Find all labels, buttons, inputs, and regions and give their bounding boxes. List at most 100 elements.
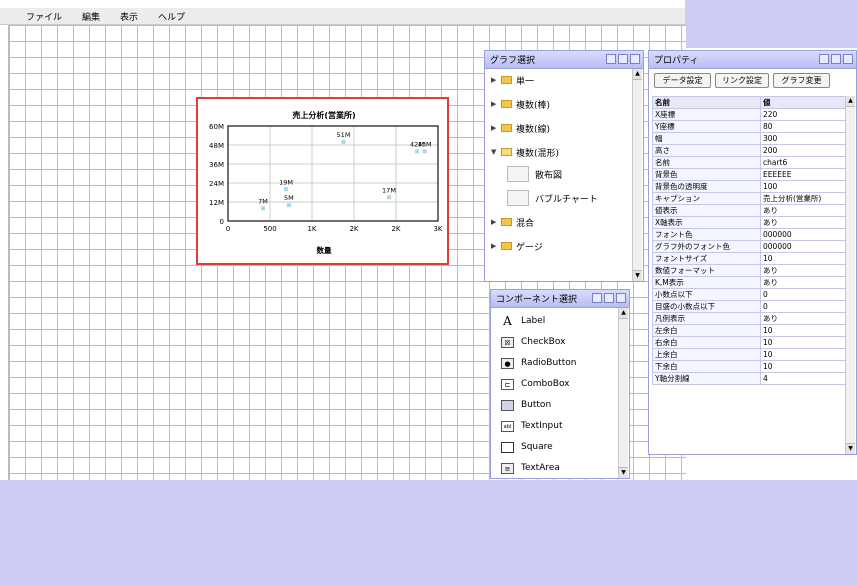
scroll-down-icon[interactable]: ▼: [633, 270, 642, 281]
scroll-down-icon[interactable]: ▼: [846, 443, 855, 454]
property-value[interactable]: あり: [760, 264, 854, 277]
property-row[interactable]: キャプション 売上分析(営業所): [652, 192, 854, 205]
property-value[interactable]: 300: [760, 132, 854, 145]
scatter-chart-widget[interactable]: 売上分析(営業所) 数量 0 500 1K 2K 2K 3K 0 12M 24M 36M 48M 60…: [196, 97, 449, 265]
property-value[interactable]: あり: [760, 276, 854, 289]
property-row[interactable]: X座標 220: [652, 108, 854, 121]
property-row[interactable]: Y座標 80: [652, 120, 854, 133]
expand-arrow-icon[interactable]: ▶: [491, 218, 501, 226]
property-value[interactable]: EEEEEE: [760, 168, 854, 181]
close-icon[interactable]: [630, 54, 640, 64]
link-settings-button[interactable]: リンク設定: [715, 73, 769, 88]
menu-help[interactable]: ヘルプ: [148, 10, 195, 23]
minimize-icon[interactable]: [819, 54, 829, 64]
minimize-icon[interactable]: [606, 54, 616, 64]
property-panel-scrollbar[interactable]: ▲ ▼: [845, 96, 855, 454]
property-panel-titlebar[interactable]: プロパティ: [649, 51, 856, 69]
property-value[interactable]: 10: [760, 360, 854, 373]
property-value[interactable]: あり: [760, 204, 854, 217]
property-row[interactable]: 高さ 200: [652, 144, 854, 157]
property-row[interactable]: 凡例表示 あり: [652, 312, 854, 325]
graph-panel-title: グラフ選択: [490, 56, 536, 66]
component-item[interactable]: A Label: [501, 312, 545, 330]
minimize-icon[interactable]: [592, 293, 602, 303]
property-value[interactable]: 4: [760, 372, 854, 385]
tree-item-label: ゲージ: [516, 242, 543, 253]
graph-panel-scrollbar[interactable]: ▲ ▼: [632, 69, 642, 281]
property-value[interactable]: 売上分析(営業所): [760, 192, 854, 205]
component-item[interactable]: ● RadioButton: [501, 354, 576, 372]
property-row[interactable]: 目盛の小数点以下 0: [652, 300, 854, 313]
property-row[interactable]: 名前 chart6: [652, 156, 854, 169]
property-row[interactable]: 下余白 10: [652, 360, 854, 373]
property-value[interactable]: chart6: [760, 156, 854, 169]
close-icon[interactable]: [843, 54, 853, 64]
component-item[interactable]: ≡ TextArea: [501, 459, 560, 477]
tree-item-multi-line[interactable]: ▶ 複数(線): [491, 121, 550, 135]
tree-item-single[interactable]: ▶ 単一: [491, 73, 534, 87]
menu-file[interactable]: ファイル: [0, 10, 72, 23]
property-row[interactable]: Y軸分割線 4: [652, 372, 854, 385]
property-row[interactable]: 上余白 10: [652, 348, 854, 361]
property-value[interactable]: 000000: [760, 240, 854, 253]
component-item[interactable]: abl TextInput: [501, 417, 563, 435]
property-row[interactable]: K,M表示 あり: [652, 276, 854, 289]
change-graph-button[interactable]: グラフ変更: [773, 73, 830, 88]
scroll-down-icon[interactable]: ▼: [619, 467, 628, 478]
subitem-scatter[interactable]: 散布図: [507, 165, 562, 183]
collapse-arrow-icon[interactable]: ▼: [491, 148, 501, 156]
maximize-icon[interactable]: [618, 54, 628, 64]
expand-arrow-icon[interactable]: ▶: [491, 100, 501, 108]
property-row[interactable]: グラフ外のフォント色 000000: [652, 240, 854, 253]
property-value[interactable]: 10: [760, 252, 854, 265]
data-settings-button[interactable]: データ設定: [654, 73, 711, 88]
menu-edit[interactable]: 編集: [72, 10, 110, 23]
expand-arrow-icon[interactable]: ▶: [491, 76, 501, 84]
property-row[interactable]: フォント色 000000: [652, 228, 854, 241]
property-value[interactable]: 000000: [760, 228, 854, 241]
component-panel-scrollbar[interactable]: ▲ ▼: [618, 308, 628, 478]
property-value[interactable]: 220: [760, 108, 854, 121]
property-row[interactable]: 小数点以下 0: [652, 288, 854, 301]
expand-arrow-icon[interactable]: ▶: [491, 242, 501, 250]
subitem-bubble[interactable]: バブルチャート: [507, 189, 598, 207]
property-row[interactable]: 背景色 EEEEEE: [652, 168, 854, 181]
property-value[interactable]: 100: [760, 180, 854, 193]
property-value[interactable]: 10: [760, 336, 854, 349]
property-row[interactable]: 右余白 10: [652, 336, 854, 349]
graph-panel-titlebar[interactable]: グラフ選択: [485, 51, 643, 69]
tree-item-multi-mixed[interactable]: ▼ 複数(混形): [491, 145, 559, 159]
property-row[interactable]: 幅 300: [652, 132, 854, 145]
property-value[interactable]: 10: [760, 324, 854, 337]
property-row[interactable]: 数値フォーマット あり: [652, 264, 854, 277]
component-item[interactable]: ⊏ ComboBox: [501, 375, 570, 393]
property-row[interactable]: 左余白 10: [652, 324, 854, 337]
close-icon[interactable]: [616, 293, 626, 303]
expand-arrow-icon[interactable]: ▶: [491, 124, 501, 132]
property-value[interactable]: 10: [760, 348, 854, 361]
property-value[interactable]: 0: [760, 300, 854, 313]
tree-item-gauge[interactable]: ▶ ゲージ: [491, 239, 543, 253]
component-item[interactable]: Square: [501, 438, 553, 456]
tree-item-mixed[interactable]: ▶ 混合: [491, 215, 534, 229]
component-item[interactable]: Button: [501, 396, 551, 414]
scroll-up-icon[interactable]: ▲: [619, 308, 628, 319]
component-item[interactable]: ☒ CheckBox: [501, 333, 565, 351]
chart-point: [261, 206, 265, 211]
property-row[interactable]: 背景色の透明度 100: [652, 180, 854, 193]
property-value[interactable]: あり: [760, 312, 854, 325]
property-value[interactable]: 0: [760, 288, 854, 301]
tree-item-multi-bar[interactable]: ▶ 複数(棒): [491, 97, 550, 111]
scroll-up-icon[interactable]: ▲: [846, 96, 855, 107]
maximize-icon[interactable]: [604, 293, 614, 303]
property-row[interactable]: X軸表示 あり: [652, 216, 854, 229]
scroll-up-icon[interactable]: ▲: [633, 69, 642, 80]
property-row[interactable]: フォントサイズ 10: [652, 252, 854, 265]
menu-view[interactable]: 表示: [110, 10, 148, 23]
component-panel-titlebar[interactable]: コンポーネント選択: [491, 290, 629, 308]
maximize-icon[interactable]: [831, 54, 841, 64]
property-value[interactable]: 80: [760, 120, 854, 133]
property-value[interactable]: あり: [760, 216, 854, 229]
property-row[interactable]: 値表示 あり: [652, 204, 854, 217]
property-value[interactable]: 200: [760, 144, 854, 157]
